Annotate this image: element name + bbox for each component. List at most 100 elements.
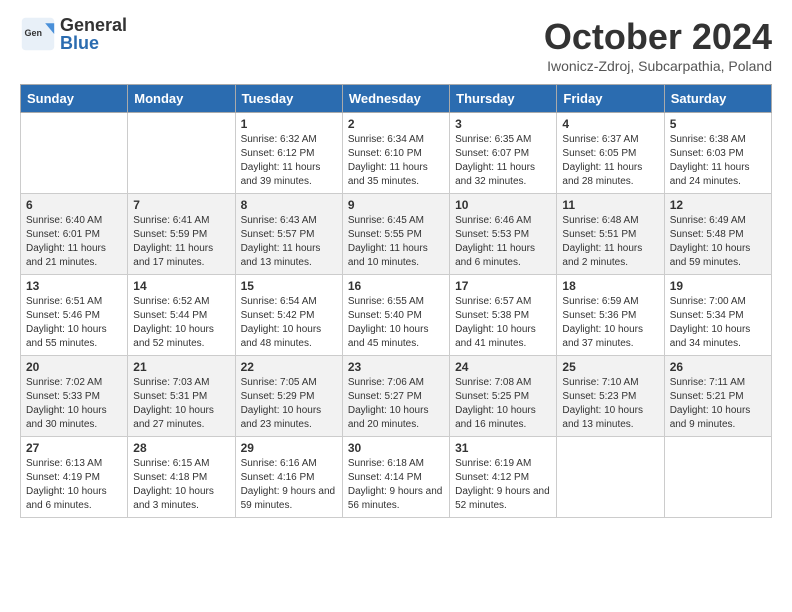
month-title: October 2024 <box>544 16 772 58</box>
day-number: 28 <box>133 441 229 455</box>
calendar-cell: 3Sunrise: 6:35 AM Sunset: 6:07 PM Daylig… <box>450 113 557 194</box>
calendar-cell: 29 Sunrise: 6:16 AM Sunset: 4:16 PM Dayli… <box>235 437 342 518</box>
calendar-week-row: 6Sunrise: 6:40 AM Sunset: 6:01 PM Daylig… <box>21 194 772 275</box>
cell-content: Sunrise: 7:00 AM Sunset: 5:34 PM Dayligh… <box>670 295 766 351</box>
cell-content: Sunrise: 6:43 AM Sunset: 5:57 PM Dayligh… <box>241 214 337 270</box>
location-subtitle: Iwonicz-Zdroj, Subcarpathia, Poland <box>544 58 772 74</box>
cell-content: Sunrise: 6:57 AM Sunset: 5:38 PM Dayligh… <box>455 295 551 351</box>
day-number: 24 <box>455 360 551 374</box>
calendar-cell: 28 Sunrise: 6:15 AM Sunset: 4:18 PM Dayli… <box>128 437 235 518</box>
cell-content: Sunrise: 6:16 AM Sunset: 4:16 PM Dayligh… <box>241 457 337 513</box>
header-day: Friday <box>557 85 664 113</box>
cell-content: Sunrise: 6:41 AM Sunset: 5:59 PM Dayligh… <box>133 214 229 270</box>
calendar-cell: 15Sunrise: 6:54 AM Sunset: 5:42 PM Dayli… <box>235 275 342 356</box>
day-number: 23 <box>348 360 444 374</box>
logo-text: General Blue <box>60 16 127 52</box>
header: Gen General Blue October 2024 Iwonicz-Zd… <box>20 16 772 74</box>
calendar-cell: 11 Sunrise: 6:48 AM Sunset: 5:51 PM Dayli… <box>557 194 664 275</box>
calendar-cell: 21 Sunrise: 7:03 AM Sunset: 5:31 PM Dayli… <box>128 356 235 437</box>
calendar-cell: 6Sunrise: 6:40 AM Sunset: 6:01 PM Daylig… <box>21 194 128 275</box>
cell-content: Sunrise: 7:03 AM Sunset: 5:31 PM Dayligh… <box>133 376 229 432</box>
day-number: 12 <box>670 198 766 212</box>
calendar-cell: 23 Sunrise: 7:06 AM Sunset: 5:27 PM Dayli… <box>342 356 449 437</box>
calendar-week-row: 27 Sunrise: 6:13 AM Sunset: 4:19 PM Dayli… <box>21 437 772 518</box>
calendar-cell: 2 Sunrise: 6:34 AM Sunset: 6:10 PM Daylig… <box>342 113 449 194</box>
day-number: 2 <box>348 117 444 131</box>
cell-content: Sunrise: 7:08 AM Sunset: 5:25 PM Dayligh… <box>455 376 551 432</box>
cell-content: Sunrise: 7:02 AM Sunset: 5:33 PM Dayligh… <box>26 376 122 432</box>
calendar-cell: 16 Sunrise: 6:55 AM Sunset: 5:40 PM Dayli… <box>342 275 449 356</box>
cell-content: Sunrise: 7:05 AM Sunset: 5:29 PM Dayligh… <box>241 376 337 432</box>
calendar-cell: 1 Sunrise: 6:32 AM Sunset: 6:12 PM Daylig… <box>235 113 342 194</box>
calendar-week-row: 13Sunrise: 6:51 AM Sunset: 5:46 PM Dayli… <box>21 275 772 356</box>
cell-content: Sunrise: 7:11 AM Sunset: 5:21 PM Dayligh… <box>670 376 766 432</box>
cell-content: Sunrise: 6:32 AM Sunset: 6:12 PM Dayligh… <box>241 133 337 189</box>
calendar-cell: 26Sunrise: 7:11 AM Sunset: 5:21 PM Dayli… <box>664 356 771 437</box>
day-number: 29 <box>241 441 337 455</box>
day-number: 17 <box>455 279 551 293</box>
calendar-week-row: 20Sunrise: 7:02 AM Sunset: 5:33 PM Dayli… <box>21 356 772 437</box>
cell-content: Sunrise: 6:13 AM Sunset: 4:19 PM Dayligh… <box>26 457 122 513</box>
cell-content: Sunrise: 7:06 AM Sunset: 5:27 PM Dayligh… <box>348 376 444 432</box>
day-number: 16 <box>348 279 444 293</box>
cell-content: Sunrise: 6:15 AM Sunset: 4:18 PM Dayligh… <box>133 457 229 513</box>
cell-content: Sunrise: 6:59 AM Sunset: 5:36 PM Dayligh… <box>562 295 658 351</box>
calendar-cell: 5 Sunrise: 6:38 AM Sunset: 6:03 PM Daylig… <box>664 113 771 194</box>
day-number: 11 <box>562 198 658 212</box>
calendar-cell: 8Sunrise: 6:43 AM Sunset: 5:57 PM Daylig… <box>235 194 342 275</box>
calendar-cell: 12 Sunrise: 6:49 AM Sunset: 5:48 PM Dayli… <box>664 194 771 275</box>
calendar-cell: 19Sunrise: 7:00 AM Sunset: 5:34 PM Dayli… <box>664 275 771 356</box>
day-number: 13 <box>26 279 122 293</box>
cell-content: Sunrise: 6:54 AM Sunset: 5:42 PM Dayligh… <box>241 295 337 351</box>
day-number: 22 <box>241 360 337 374</box>
calendar-cell: 25Sunrise: 7:10 AM Sunset: 5:23 PM Dayli… <box>557 356 664 437</box>
day-number: 18 <box>562 279 658 293</box>
logo-blue: Blue <box>60 34 127 52</box>
day-number: 7 <box>133 198 229 212</box>
calendar-header: SundayMondayTuesdayWednesdayThursdayFrid… <box>21 85 772 113</box>
cell-content: Sunrise: 6:35 AM Sunset: 6:07 PM Dayligh… <box>455 133 551 189</box>
calendar-cell <box>128 113 235 194</box>
cell-content: Sunrise: 6:18 AM Sunset: 4:14 PM Dayligh… <box>348 457 444 513</box>
day-number: 21 <box>133 360 229 374</box>
calendar-body: 1 Sunrise: 6:32 AM Sunset: 6:12 PM Daylig… <box>21 113 772 518</box>
calendar-cell <box>21 113 128 194</box>
cell-content: Sunrise: 6:48 AM Sunset: 5:51 PM Dayligh… <box>562 214 658 270</box>
calendar-table: SundayMondayTuesdayWednesdayThursdayFrid… <box>20 84 772 518</box>
day-number: 9 <box>348 198 444 212</box>
calendar-cell: 4 Sunrise: 6:37 AM Sunset: 6:05 PM Daylig… <box>557 113 664 194</box>
logo: Gen General Blue <box>20 16 127 52</box>
header-day: Sunday <box>21 85 128 113</box>
cell-content: Sunrise: 6:37 AM Sunset: 6:05 PM Dayligh… <box>562 133 658 189</box>
day-number: 1 <box>241 117 337 131</box>
day-number: 4 <box>562 117 658 131</box>
header-day: Thursday <box>450 85 557 113</box>
calendar-cell: 24 Sunrise: 7:08 AM Sunset: 5:25 PM Dayli… <box>450 356 557 437</box>
title-block: October 2024 Iwonicz-Zdroj, Subcarpathia… <box>544 16 772 74</box>
calendar-cell: 10Sunrise: 6:46 AM Sunset: 5:53 PM Dayli… <box>450 194 557 275</box>
calendar-cell: 14Sunrise: 6:52 AM Sunset: 5:44 PM Dayli… <box>128 275 235 356</box>
logo-icon: Gen <box>20 16 56 52</box>
day-number: 31 <box>455 441 551 455</box>
cell-content: Sunrise: 6:38 AM Sunset: 6:03 PM Dayligh… <box>670 133 766 189</box>
cell-content: Sunrise: 6:55 AM Sunset: 5:40 PM Dayligh… <box>348 295 444 351</box>
cell-content: Sunrise: 6:19 AM Sunset: 4:12 PM Dayligh… <box>455 457 551 513</box>
header-day: Tuesday <box>235 85 342 113</box>
logo-general: General <box>60 16 127 34</box>
cell-content: Sunrise: 6:49 AM Sunset: 5:48 PM Dayligh… <box>670 214 766 270</box>
calendar-cell: 31 Sunrise: 6:19 AM Sunset: 4:12 PM Dayli… <box>450 437 557 518</box>
cell-content: Sunrise: 6:34 AM Sunset: 6:10 PM Dayligh… <box>348 133 444 189</box>
cell-content: Sunrise: 6:45 AM Sunset: 5:55 PM Dayligh… <box>348 214 444 270</box>
day-number: 5 <box>670 117 766 131</box>
header-day: Wednesday <box>342 85 449 113</box>
page-container: Gen General Blue October 2024 Iwonicz-Zd… <box>0 0 792 538</box>
day-number: 6 <box>26 198 122 212</box>
day-number: 30 <box>348 441 444 455</box>
calendar-cell: 20Sunrise: 7:02 AM Sunset: 5:33 PM Dayli… <box>21 356 128 437</box>
calendar-cell <box>664 437 771 518</box>
calendar-cell: 13Sunrise: 6:51 AM Sunset: 5:46 PM Dayli… <box>21 275 128 356</box>
cell-content: Sunrise: 7:10 AM Sunset: 5:23 PM Dayligh… <box>562 376 658 432</box>
day-number: 27 <box>26 441 122 455</box>
day-number: 10 <box>455 198 551 212</box>
day-number: 14 <box>133 279 229 293</box>
